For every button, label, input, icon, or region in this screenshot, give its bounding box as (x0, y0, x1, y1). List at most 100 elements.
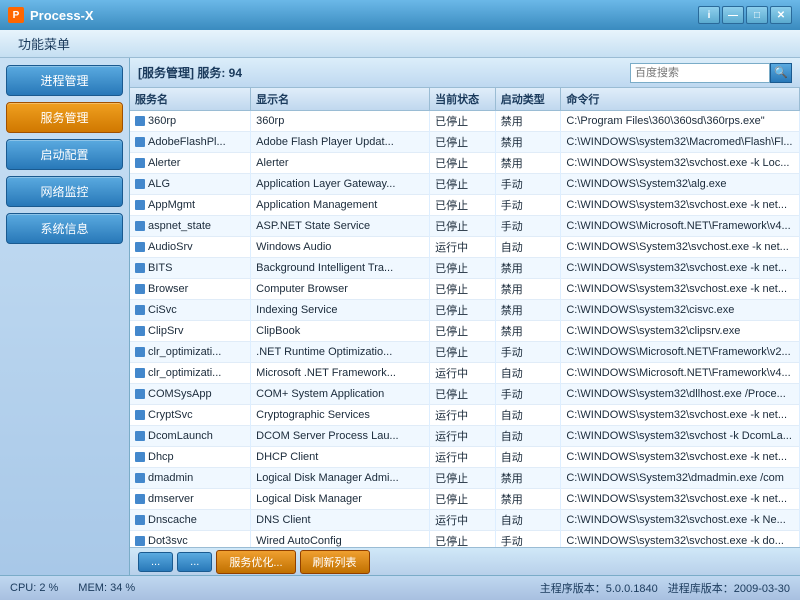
table-row[interactable]: Dnscache DNS Client 运行中 自动 C:\WINDOWS\sy… (130, 510, 800, 531)
maximize-button[interactable]: □ (746, 6, 768, 24)
cell-status: 已停止 (430, 342, 496, 363)
minimize-button[interactable]: — (722, 6, 744, 24)
title-bar: P Process-X i — □ ✕ (0, 0, 800, 30)
service-optimize-button[interactable]: 服务优化... (216, 550, 295, 574)
sidebar-item-sys-info[interactable]: 系统信息 (6, 213, 123, 244)
col-header-status: 当前状态 (430, 88, 496, 111)
cell-name: Browser (130, 279, 251, 300)
table-row[interactable]: CiSvc Indexing Service 已停止 禁用 C:\WINDOWS… (130, 300, 800, 321)
table-row[interactable]: clr_optimizati... Microsoft .NET Framewo… (130, 363, 800, 384)
cell-startup: 手动 (495, 174, 561, 195)
table-row[interactable]: COMSysApp COM+ System Application 已停止 手动… (130, 384, 800, 405)
cell-name: COMSysApp (130, 384, 251, 405)
menu-bar: 功能菜单 (0, 30, 800, 58)
cell-status: 已停止 (430, 384, 496, 405)
cell-status: 已停止 (430, 195, 496, 216)
tool-btn-2[interactable]: ... (177, 552, 212, 572)
window-controls: i — □ ✕ (698, 6, 792, 24)
cell-cmd: C:\WINDOWS\system32\dllhost.exe /Proce..… (561, 384, 800, 405)
cell-name: clr_optimizati... (130, 363, 251, 384)
cell-status: 运行中 (430, 447, 496, 468)
cell-startup: 自动 (495, 405, 561, 426)
cell-startup: 禁用 (495, 489, 561, 510)
table-row[interactable]: BITS Background Intelligent Tra... 已停止 禁… (130, 258, 800, 279)
main-version: 主程序版本：5.0.0.1840 (540, 580, 658, 596)
table-row[interactable]: dmadmin Logical Disk Manager Admi... 已停止… (130, 468, 800, 489)
right-panel: [服务管理] 服务: 94 🔍 服务名 显示名 当前状态 启动类型 命令行 (130, 58, 800, 575)
cell-status: 运行中 (430, 237, 496, 258)
table-row[interactable]: Browser Computer Browser 已停止 禁用 C:\WINDO… (130, 279, 800, 300)
refresh-list-button[interactable]: 刷新列表 (300, 550, 370, 574)
cell-display: ASP.NET State Service (251, 216, 430, 237)
cell-cmd: C:\WINDOWS\system32\svchost.exe -k net..… (561, 195, 800, 216)
cell-startup: 手动 (495, 531, 561, 548)
table-row[interactable]: AppMgmt Application Management 已停止 手动 C:… (130, 195, 800, 216)
cell-status: 运行中 (430, 426, 496, 447)
sidebar-item-startup-config[interactable]: 启动配置 (6, 139, 123, 170)
table-container[interactable]: 服务名 显示名 当前状态 启动类型 命令行 360rp 360rp 已停止 禁用… (130, 88, 800, 547)
sidebar-item-service-mgmt[interactable]: 服务管理 (6, 102, 123, 133)
table-row[interactable]: aspnet_state ASP.NET State Service 已停止 手… (130, 216, 800, 237)
search-box: 🔍 (630, 63, 792, 83)
search-input[interactable] (630, 63, 770, 83)
cell-cmd: C:\WINDOWS\System32\svchost.exe -k net..… (561, 237, 800, 258)
close-button[interactable]: ✕ (770, 6, 792, 24)
cell-cmd: C:\WINDOWS\system32\svchost.exe -k Loc..… (561, 153, 800, 174)
cell-name: 360rp (130, 111, 251, 132)
cell-display: Wired AutoConfig (251, 531, 430, 548)
table-row[interactable]: ClipSrv ClipBook 已停止 禁用 C:\WINDOWS\syste… (130, 321, 800, 342)
cell-startup: 自动 (495, 510, 561, 531)
col-header-startup: 启动类型 (495, 88, 561, 111)
table-row[interactable]: Alerter Alerter 已停止 禁用 C:\WINDOWS\system… (130, 153, 800, 174)
app-title: Process-X (30, 8, 698, 23)
search-button[interactable]: 🔍 (770, 63, 792, 83)
cell-display: Microsoft .NET Framework... (251, 363, 430, 384)
table-row[interactable]: Dot3svc Wired AutoConfig 已停止 手动 C:\WINDO… (130, 531, 800, 548)
table-row[interactable]: CryptSvc Cryptographic Services 运行中 自动 C… (130, 405, 800, 426)
cell-display: Logical Disk Manager Admi... (251, 468, 430, 489)
table-row[interactable]: Dhcp DHCP Client 运行中 自动 C:\WINDOWS\syste… (130, 447, 800, 468)
col-header-name: 服务名 (130, 88, 251, 111)
cell-cmd: C:\WINDOWS\system32\clipsrv.exe (561, 321, 800, 342)
cell-startup: 禁用 (495, 132, 561, 153)
cell-display: Windows Audio (251, 237, 430, 258)
cell-status: 已停止 (430, 153, 496, 174)
cell-status: 已停止 (430, 279, 496, 300)
cell-cmd: C:\WINDOWS\System32\alg.exe (561, 174, 800, 195)
cell-status: 已停止 (430, 174, 496, 195)
cell-startup: 自动 (495, 237, 561, 258)
cell-name: dmserver (130, 489, 251, 510)
table-row[interactable]: DcomLaunch DCOM Server Process Lau... 运行… (130, 426, 800, 447)
cell-display: COM+ System Application (251, 384, 430, 405)
top-bar: [服务管理] 服务: 94 🔍 (130, 58, 800, 88)
cpu-status: CPU: 2 % (10, 582, 58, 594)
info-button[interactable]: i (698, 6, 720, 24)
menu-item-functions[interactable]: 功能菜单 (8, 31, 80, 56)
cell-name: CiSvc (130, 300, 251, 321)
table-row[interactable]: AdobeFlashPl... Adobe Flash Player Updat… (130, 132, 800, 153)
cell-cmd: C:\WINDOWS\system32\svchost.exe -k net..… (561, 489, 800, 510)
table-row[interactable]: AudioSrv Windows Audio 运行中 自动 C:\WINDOWS… (130, 237, 800, 258)
table-row[interactable]: dmserver Logical Disk Manager 已停止 禁用 C:\… (130, 489, 800, 510)
tool-btn-1[interactable]: ... (138, 552, 173, 572)
cell-name: ALG (130, 174, 251, 195)
cell-status: 已停止 (430, 531, 496, 548)
cell-status: 已停止 (430, 300, 496, 321)
cell-status: 已停止 (430, 321, 496, 342)
cell-display: Background Intelligent Tra... (251, 258, 430, 279)
sidebar-item-network-monitor[interactable]: 网络监控 (6, 176, 123, 207)
cell-name: Dnscache (130, 510, 251, 531)
cell-name: Alerter (130, 153, 251, 174)
table-row[interactable]: ALG Application Layer Gateway... 已停止 手动 … (130, 174, 800, 195)
table-row[interactable]: 360rp 360rp 已停止 禁用 C:\Program Files\360\… (130, 111, 800, 132)
sidebar-item-process-mgmt[interactable]: 进程管理 (6, 65, 123, 96)
table-header-row: 服务名 显示名 当前状态 启动类型 命令行 (130, 88, 800, 111)
cell-name: AppMgmt (130, 195, 251, 216)
cell-cmd: C:\WINDOWS\system32\Macromed\Flash\Fl... (561, 132, 800, 153)
cell-display: Application Layer Gateway... (251, 174, 430, 195)
cell-display: Computer Browser (251, 279, 430, 300)
table-row[interactable]: clr_optimizati... .NET Runtime Optimizat… (130, 342, 800, 363)
cell-cmd: C:\Program Files\360\360sd\360rps.exe" (561, 111, 800, 132)
col-header-display: 显示名 (251, 88, 430, 111)
cell-status: 已停止 (430, 111, 496, 132)
